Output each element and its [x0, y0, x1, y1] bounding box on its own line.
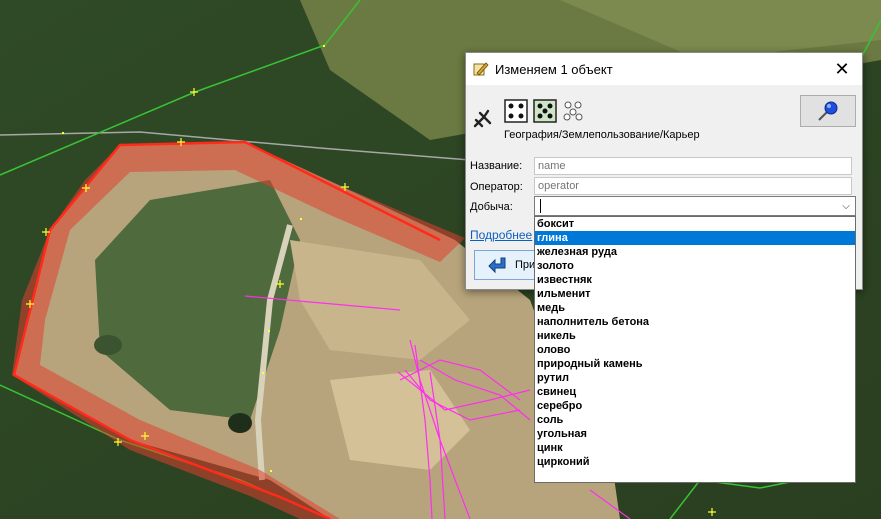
extraction-dropdown-list[interactable]: боксит глина железная руда золото известняк и…: [534, 216, 856, 483]
dropdown-arrow-icon[interactable]: ⌵: [837, 197, 855, 215]
dropdown-option[interactable]: ильменит: [535, 287, 855, 301]
dialog-title: Изменяем 1 объект: [495, 62, 613, 77]
dropdown-option[interactable]: наполнитель бетона: [535, 315, 855, 329]
dropdown-option[interactable]: угольная: [535, 427, 855, 441]
nodes-icon[interactable]: [504, 99, 528, 123]
pond-small: [94, 335, 122, 355]
dropdown-option[interactable]: боксит: [535, 217, 855, 231]
dropdown-option[interactable]: рутил: [535, 371, 855, 385]
dropdown-option[interactable]: медь: [535, 301, 855, 315]
apply-arrow-icon: [488, 257, 506, 274]
dropdown-option[interactable]: известняк: [535, 273, 855, 287]
close-icon: ✕: [834, 58, 850, 79]
dropdown-option[interactable]: олово: [535, 343, 855, 357]
dropdown-option[interactable]: свинец: [535, 385, 855, 399]
dropdown-option[interactable]: глина: [535, 231, 855, 245]
extraction-label: Добыча:: [470, 201, 513, 213]
close-button[interactable]: ✕: [822, 53, 862, 85]
dropdown-option[interactable]: цирконий: [535, 455, 855, 469]
relation-icon[interactable]: [562, 100, 586, 122]
dropdown-option[interactable]: природный камень: [535, 357, 855, 371]
more-link[interactable]: Подробнее: [470, 228, 532, 242]
pin-icon: [818, 101, 838, 121]
dropdown-option[interactable]: золото: [535, 259, 855, 273]
preset-path: География/Землепользование/Карьер: [504, 129, 700, 141]
dropdown-option[interactable]: серебро: [535, 399, 855, 413]
operator-label: Оператор:: [470, 181, 523, 193]
app-icon: [473, 62, 489, 76]
dropdown-option[interactable]: никель: [535, 329, 855, 343]
pond: [228, 413, 252, 433]
name-input[interactable]: [534, 157, 852, 175]
pin-button[interactable]: [800, 95, 856, 127]
dropdown-option[interactable]: цинк: [535, 441, 855, 455]
dropdown-option[interactable]: железная руда: [535, 245, 855, 259]
extraction-combobox[interactable]: ⌵: [534, 196, 856, 216]
name-label: Название:: [470, 160, 523, 172]
nodes-selected-icon[interactable]: [533, 99, 557, 123]
pick-icon: [473, 109, 492, 128]
dropdown-option[interactable]: соль: [535, 413, 855, 427]
text-caret: [540, 199, 541, 213]
dialog-titlebar[interactable]: Изменяем 1 объект ✕: [466, 53, 862, 85]
operator-input[interactable]: [534, 177, 852, 195]
